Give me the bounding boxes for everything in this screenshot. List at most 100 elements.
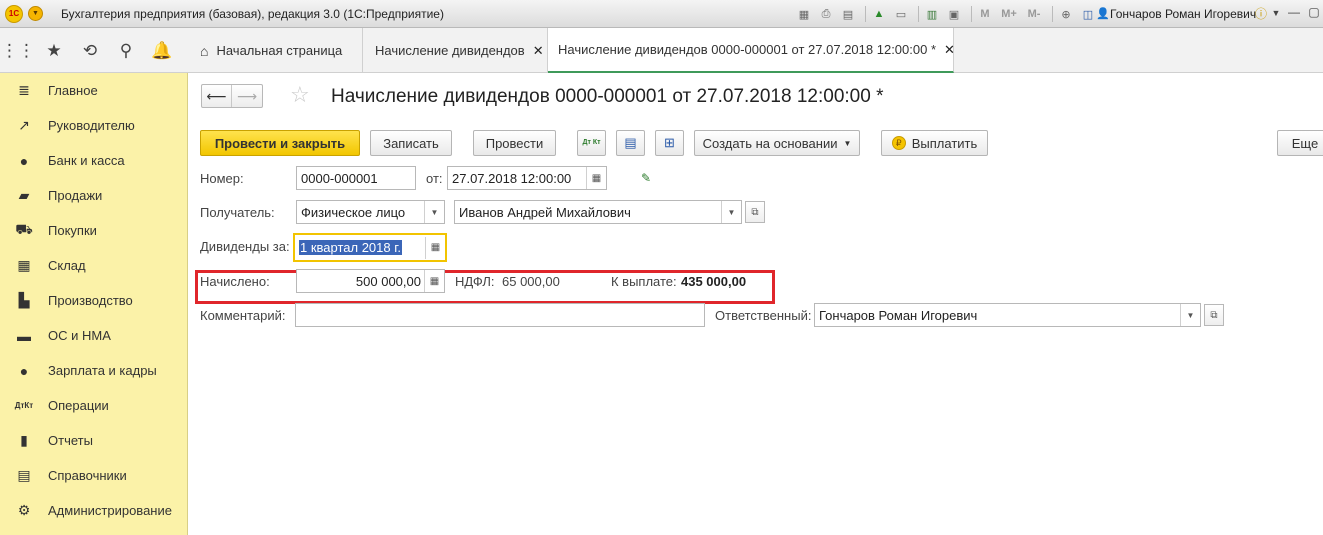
number-label: Номер: — [200, 171, 244, 186]
responsible-select[interactable]: Гончаров Роман Игоревич ▼ — [814, 303, 1201, 327]
sidebar-item-catalogs[interactable]: ▤ Справочники — [0, 458, 187, 493]
tab-dividends-list[interactable]: Начисление дивидендов ✕ — [363, 28, 548, 73]
maximize-icon[interactable]: ▢ — [1306, 5, 1322, 19]
car-icon: ▬ — [17, 327, 31, 344]
bag-icon: ▰ — [18, 187, 30, 203]
sidebar-item-purchases[interactable]: ⛟ Покупки — [0, 213, 187, 248]
structure-button[interactable]: ⊞ — [655, 130, 684, 156]
chevron-down-icon[interactable]: ▼ — [1180, 304, 1200, 326]
sidebar-item-label: Покупки — [48, 223, 97, 238]
chevron-down-icon[interactable]: ▼ — [424, 201, 444, 223]
memory-subtract-icon[interactable]: M- — [1024, 5, 1044, 23]
sidebar-item-label: Отчеты — [48, 433, 93, 448]
responsible-value: Гончаров Роман Игоревич — [819, 307, 978, 323]
document-status-icon[interactable]: ✎ — [641, 171, 651, 185]
sidebar-item-admin[interactable]: ⚙ Администрирование — [0, 493, 187, 528]
recipient-name-value: Иванов Андрей Михайлович — [459, 204, 631, 220]
section-panel-icons: ⋮⋮ ★ ⟲ ⚲ 🔔 — [0, 28, 188, 73]
tab-dividends-document[interactable]: Начисление дивидендов 0000-000001 от 27.… — [548, 28, 955, 73]
save-icon[interactable]: ▦ — [795, 5, 813, 23]
accrued-field[interactable]: 500 000,00 ▦ — [296, 269, 445, 293]
tab-label: Начальная страница — [216, 43, 343, 58]
list-icon: ▤ — [624, 135, 637, 150]
create-based-on-button[interactable]: Создать на основании ▼ — [694, 130, 860, 156]
title-toolbar: ▦ ⎙ ▤ ▲ ▭ ▥ ▣ M M+ M- ⊕ ◫ — [795, 5, 1101, 23]
chevron-down-icon[interactable]: ▼ — [721, 201, 741, 223]
upload-icon[interactable]: ▲ — [870, 5, 888, 23]
sidebar-item-director[interactable]: ↗ Руководителю — [0, 108, 187, 143]
back-arrow-icon[interactable]: ⟵ — [202, 85, 232, 107]
open-recipient-icon[interactable]: ⧉ — [745, 201, 765, 223]
print-icon[interactable]: ⎙ — [817, 5, 835, 23]
recipient-type-select[interactable]: Физическое лицо ▼ — [296, 200, 445, 224]
trend-icon: ↗ — [18, 117, 30, 133]
apps-grid-icon[interactable]: ⋮⋮ — [0, 41, 36, 61]
sidebar-item-warehouse[interactable]: ▦ Склад — [0, 248, 187, 283]
preview-icon[interactable]: ▤ — [839, 5, 857, 23]
calendar-icon[interactable]: ▣ — [945, 5, 963, 23]
open-responsible-icon[interactable]: ⧉ — [1204, 304, 1224, 326]
calculator-icon[interactable]: ▦ — [424, 270, 444, 292]
sidebar-item-bank[interactable]: ● Банк и касса — [0, 143, 187, 178]
zoom-icon[interactable]: ⊕ — [1057, 5, 1075, 23]
sidebar-item-assets[interactable]: ▬ ОС и НМА — [0, 318, 187, 353]
tab-bar: ⋮⋮ ★ ⟲ ⚲ 🔔 ⌂ Начальная страница Начислен… — [0, 28, 1323, 73]
post-and-close-button[interactable]: Провести и закрыть — [200, 130, 360, 156]
dtkt-icon: Дт Кт — [582, 139, 601, 146]
person-icon: ● — [19, 362, 29, 379]
search-icon[interactable]: ⚲ — [108, 41, 144, 61]
post-button[interactable]: Провести — [473, 130, 556, 156]
sidebar-item-payroll[interactable]: ● Зарплата и кадры — [0, 353, 187, 388]
panels-icon[interactable]: ◫ — [1079, 5, 1097, 23]
sidebar-item-operations[interactable]: ДтКт Операции — [0, 388, 187, 423]
sidebar-item-label: Склад — [48, 258, 86, 273]
notifications-icon[interactable]: 🔔 — [144, 41, 180, 61]
current-user[interactable]: Гончаров Роман Игоревич — [1110, 7, 1256, 21]
comment-input[interactable] — [295, 303, 705, 327]
hierarchy-icon: ⊞ — [664, 135, 675, 150]
sidebar-item-label: Продажи — [48, 188, 103, 203]
calculator-icon[interactable]: ▥ — [923, 5, 941, 23]
date-value: 27.07.2018 12:00:00 — [452, 170, 572, 186]
window-title: Бухгалтерия предприятия (базовая), редак… — [61, 6, 444, 21]
memory-icon[interactable]: M — [976, 5, 994, 23]
calendar-icon[interactable]: ▦ — [425, 236, 445, 259]
sections-sidebar: ≣ Главное ↗ Руководителю ● Банк и касса ▰ Пр… — [0, 73, 188, 535]
ruble-coin-icon: ₽ — [891, 136, 906, 150]
info-icon[interactable]: ⓘ — [1253, 5, 1269, 22]
recipient-name-select[interactable]: Иванов Андрей Михайлович ▼ — [454, 200, 742, 224]
sidebar-item-sales[interactable]: ▰ Продажи — [0, 178, 187, 213]
favorites-icon[interactable]: ★ — [36, 41, 72, 61]
close-icon[interactable]: ✕ — [533, 43, 544, 59]
info-dropdown-icon[interactable]: ▼ — [1268, 8, 1284, 18]
app-logo[interactable]: 1С — [5, 4, 23, 23]
sidebar-item-production[interactable]: ▙ Производство — [0, 283, 187, 318]
sidebar-item-reports[interactable]: ▮ Отчеты — [0, 423, 187, 458]
history-icon[interactable]: ⟲ — [72, 41, 108, 61]
forward-arrow-icon[interactable]: ⟶ — [232, 85, 262, 107]
register-records-button[interactable]: ▤ — [616, 130, 645, 156]
sidebar-item-label: Справочники — [48, 468, 127, 483]
save-button[interactable]: Записать — [370, 130, 452, 156]
favorite-star-icon[interactable]: ☆ — [290, 82, 310, 108]
ruble-icon: ● — [19, 152, 29, 169]
period-field[interactable]: 1 квартал 2018 г. ▦ — [293, 233, 447, 262]
sidebar-item-main[interactable]: ≣ Главное — [0, 73, 187, 108]
date-field[interactable]: 27.07.2018 12:00:00 ▦ — [447, 166, 607, 190]
sidebar-item-label: Операции — [48, 398, 109, 413]
calendar-icon[interactable]: ▦ — [586, 167, 606, 189]
memory-add-icon[interactable]: M+ — [998, 5, 1020, 23]
number-field[interactable]: 0000-000001 — [296, 166, 416, 190]
close-icon[interactable]: ✕ — [944, 42, 955, 58]
minimize-icon[interactable]: — — [1286, 5, 1302, 19]
bar-chart-icon: ▮ — [20, 432, 28, 448]
main-menu-dropdown[interactable]: ▼ — [28, 6, 43, 21]
tab-home[interactable]: ⌂ Начальная страница — [188, 28, 363, 73]
dtkt-button[interactable]: Дт Кт — [577, 130, 606, 156]
more-button[interactable]: Еще — [1277, 130, 1323, 156]
create-based-label: Создать на основании — [702, 135, 838, 151]
pay-button[interactable]: ₽ Выплатить — [881, 130, 988, 156]
history-icon[interactable]: ▭ — [892, 5, 910, 23]
home-icon: ⌂ — [200, 42, 209, 59]
book-icon: ▤ — [17, 467, 31, 483]
